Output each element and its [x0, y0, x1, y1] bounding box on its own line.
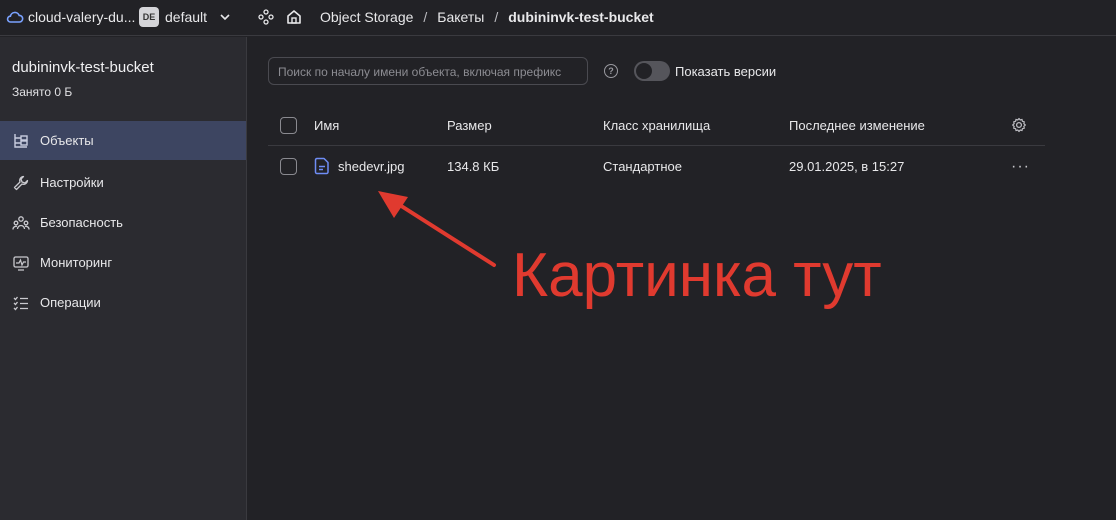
sidebar-item-operations[interactable]: Операции	[0, 283, 246, 322]
search-placeholder: Поиск по началу имени объекта, включая п…	[278, 65, 562, 79]
sidebar: dubininvk-test-bucket Занято 0 Б Объекты…	[0, 37, 247, 520]
top-bar: cloud-valery-du... DE default Object Sto…	[0, 0, 1116, 36]
show-versions-label: Показать версии	[675, 64, 777, 79]
toggle-knob	[636, 63, 652, 79]
breadcrumb-separator: /	[494, 9, 499, 25]
breadcrumb-current-bucket: dubininvk-test-bucket	[508, 9, 654, 25]
annotation-text: Картинка тут	[512, 241, 882, 310]
column-header-storage-class[interactable]: Класс хранилища	[603, 118, 710, 133]
home-icon[interactable]	[285, 8, 303, 26]
sidebar-item-security[interactable]: Безопасность	[0, 203, 246, 242]
wrench-icon	[13, 175, 29, 191]
file-size: 134.8 КБ	[447, 159, 500, 174]
show-versions-toggle[interactable]	[634, 61, 670, 81]
breadcrumb-separator: /	[423, 9, 428, 25]
list-icon	[13, 296, 28, 311]
column-header-size[interactable]: Размер	[447, 118, 492, 133]
folder-badge: DE	[139, 7, 159, 27]
sidebar-item-label: Мониторинг	[40, 255, 113, 270]
file-name[interactable]: shedevr.jpg	[338, 159, 405, 174]
cloud-selector[interactable]: cloud-valery-du...	[28, 9, 135, 25]
annotation-arrow	[378, 191, 496, 267]
sidebar-item-label: Операции	[40, 295, 101, 310]
file-storage-class: Стандартное	[603, 159, 682, 174]
sidebar-item-objects[interactable]: Объекты	[0, 121, 246, 160]
monitor-icon	[13, 256, 29, 271]
sidebar-item-monitoring[interactable]: Мониторинг	[0, 243, 246, 282]
bucket-title: dubininvk-test-bucket	[12, 59, 154, 76]
file-modified: 29.01.2025, в 15:27	[789, 159, 905, 174]
breadcrumb-object-storage[interactable]: Object Storage	[320, 9, 413, 25]
table-divider	[268, 145, 1045, 146]
sidebar-item-label: Настройки	[40, 175, 104, 190]
row-checkbox[interactable]	[280, 158, 297, 175]
select-all-checkbox[interactable]	[280, 117, 297, 134]
search-input[interactable]: Поиск по началу имени объекта, включая п…	[268, 57, 588, 85]
sidebar-item-label: Объекты	[40, 133, 94, 148]
services-icon[interactable]	[258, 9, 274, 25]
column-header-modified[interactable]: Последнее изменение	[789, 118, 925, 133]
sidebar-item-label: Безопасность	[40, 215, 123, 230]
file-icon	[314, 157, 329, 175]
column-header-name[interactable]: Имя	[314, 118, 339, 133]
users-icon	[12, 216, 30, 230]
help-icon[interactable]: ?	[604, 64, 618, 78]
breadcrumb-buckets[interactable]: Бакеты	[437, 9, 484, 25]
gear-icon[interactable]	[1011, 117, 1027, 133]
chevron-down-icon[interactable]	[218, 10, 232, 24]
breadcrumb: Object Storage / Бакеты / dubininvk-test…	[320, 9, 654, 25]
objects-icon	[14, 134, 28, 148]
sidebar-item-settings[interactable]: Настройки	[0, 163, 246, 202]
bucket-usage: Занято 0 Б	[12, 85, 73, 99]
cloud-icon[interactable]	[6, 9, 24, 25]
more-actions-icon[interactable]: ···	[1011, 158, 1030, 176]
folder-selector[interactable]: default	[165, 9, 207, 25]
